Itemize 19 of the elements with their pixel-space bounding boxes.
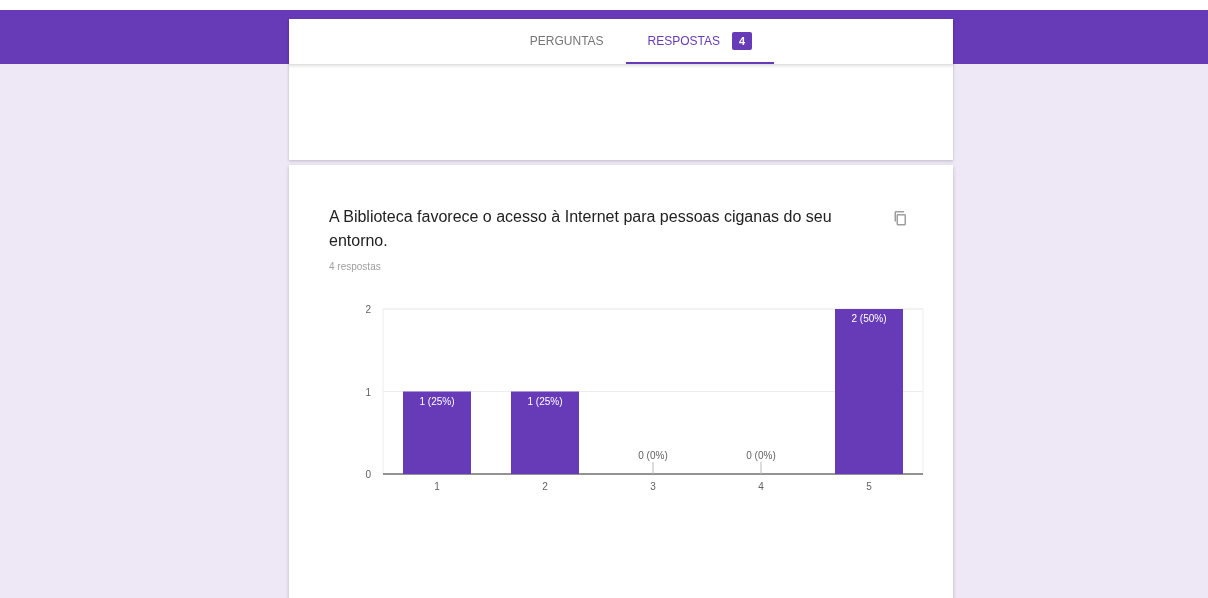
value-label: 2 (50%) — [851, 313, 887, 324]
count-badge: 4 — [732, 31, 753, 50]
x-tick-label: 5 — [866, 481, 872, 492]
y-tick-label: 0 — [365, 469, 371, 480]
x-tick-label: 3 — [650, 481, 656, 492]
value-label: 0 (0%) — [746, 450, 776, 461]
x-tick-label: 2 — [542, 481, 548, 492]
value-label: 1 (25%) — [527, 395, 563, 407]
response-count: 4 respostas — [329, 261, 382, 272]
value-label: 1 (25%) — [419, 395, 455, 407]
copy-icon[interactable] — [893, 210, 907, 226]
tab[interactable]: RESPOSTAS 4 — [625, 19, 775, 64]
x-tick-label: 1 — [434, 481, 440, 492]
value-label: 0 (0%) — [638, 450, 668, 461]
y-tick-label: 1 — [365, 386, 371, 398]
y-tick-label: 2 — [365, 304, 371, 315]
tab[interactable]: PERGUNTAS — [507, 19, 626, 64]
question-title: A Biblioteca favorece o acesso à Internet para pessoas ciganas do seu entorno. — [329, 207, 833, 251]
x-tick-label: 4 — [758, 481, 764, 492]
